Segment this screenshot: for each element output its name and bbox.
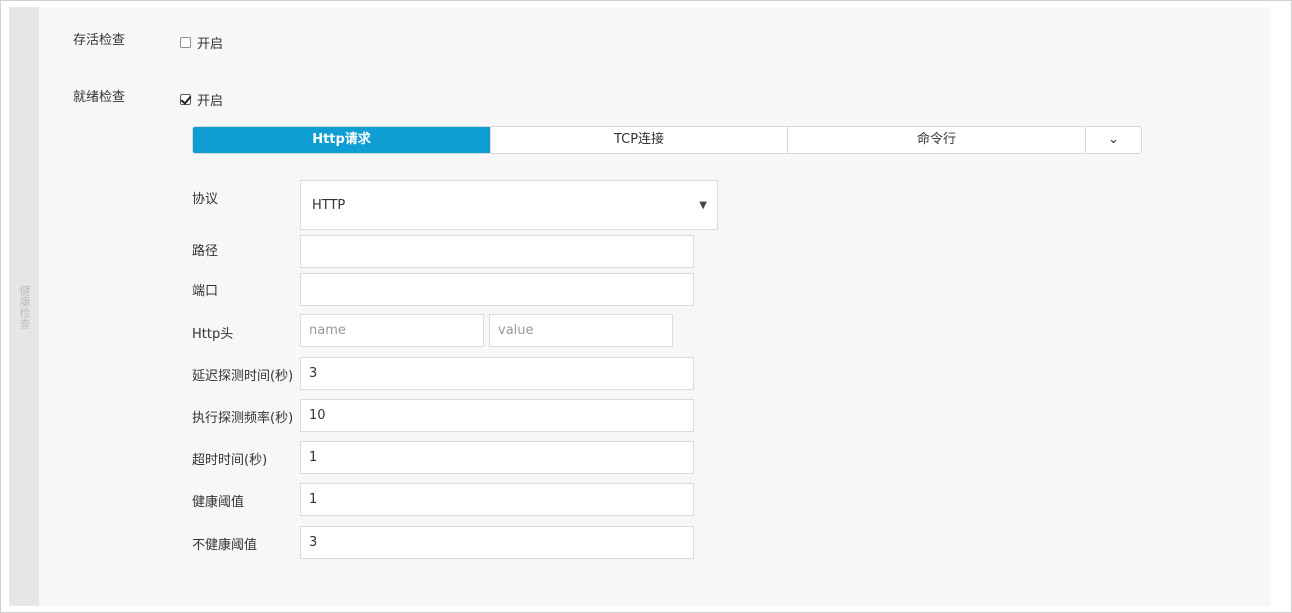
http-header-value-input[interactable] [489,314,673,347]
success-threshold-input[interactable] [300,483,694,516]
window-frame: 健康检查 存活检查 开启 就绪检查 开启 Http请求 TCP连接 命令行 ⌄ … [0,0,1292,613]
port-label: 端口 [192,284,219,299]
success-threshold-label: 健康阈值 [192,495,245,510]
readiness-checkbox-label: 开启 [197,94,224,109]
tab-http-request[interactable]: Http请求 [193,127,491,153]
path-input[interactable] [300,235,694,268]
liveness-label: 存活检查 [73,33,126,48]
path-label: 路径 [192,244,219,259]
liveness-checkbox-label: 开启 [197,37,224,52]
readiness-checkbox[interactable] [180,94,191,105]
tab-tcp-connection[interactable]: TCP连接 [491,127,788,153]
tab-command-line[interactable]: 命令行 [788,127,1086,153]
port-input[interactable] [300,273,694,306]
failure-threshold-label: 不健康阈值 [192,538,258,553]
http-header-label: Http头 [192,327,234,342]
protocol-select-value: HTTP [312,197,346,213]
timeout-label: 超时时间(秒) [192,453,268,468]
readiness-toggle[interactable]: 开启 [180,90,223,109]
health-check-panel: 存活检查 开启 就绪检查 开启 Http请求 TCP连接 命令行 ⌄ 协议 HT… [39,7,1271,606]
caret-down-icon: ▼ [699,199,707,211]
initial-delay-input[interactable] [300,357,694,390]
liveness-toggle[interactable]: 开启 [180,33,223,52]
readiness-label: 就绪检查 [73,90,126,105]
protocol-label: 协议 [192,192,219,207]
side-strip-label: 健康检查 [18,284,31,329]
liveness-checkbox[interactable] [180,37,191,48]
period-input[interactable] [300,399,694,432]
timeout-input[interactable] [300,441,694,474]
probe-type-tabs: Http请求 TCP连接 命令行 ⌄ [192,126,1142,154]
side-strip: 健康检查 [9,7,39,606]
http-header-name-input[interactable] [300,314,484,347]
protocol-select[interactable]: HTTP ▼ [300,180,718,230]
period-label: 执行探测频率(秒) [192,411,294,426]
initial-delay-label: 延迟探测时间(秒) [192,369,294,384]
failure-threshold-input[interactable] [300,526,694,559]
chevron-down-icon[interactable]: ⌄ [1086,127,1141,153]
